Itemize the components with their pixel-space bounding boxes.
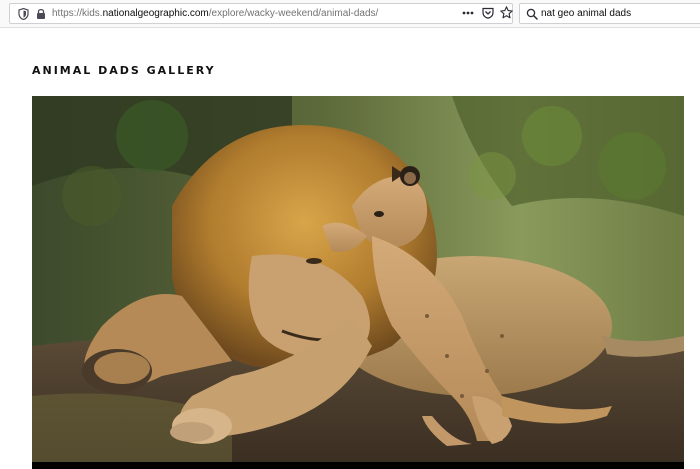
url-host: nationalgeographic.com (102, 8, 209, 19)
lion-photo-illustration (32, 96, 684, 465)
search-icon (526, 8, 538, 20)
search-bar[interactable]: nat geo animal dads (519, 3, 700, 24)
page-title: ANIMAL DADS GALLERY (32, 64, 216, 77)
browser-toolbar: https://kids.nationalgeographic.com/expl… (0, 0, 700, 28)
gallery-photo-lion-and-cub[interactable] (32, 96, 684, 465)
url-text[interactable]: https://kids.nationalgeographic.com/expl… (52, 7, 378, 21)
lock-icon[interactable] (36, 8, 46, 20)
tracking-protection-icon[interactable] (18, 8, 29, 20)
search-input[interactable]: nat geo animal dads (541, 7, 631, 21)
url-path: /explore/wacky-weekend/animal-dads/ (208, 8, 379, 19)
page-actions-icon[interactable] (462, 6, 474, 20)
bookmark-star-icon[interactable] (500, 6, 513, 19)
url-bar[interactable]: https://kids.nationalgeographic.com/expl… (9, 3, 513, 24)
pocket-icon[interactable] (482, 7, 494, 19)
url-prefix: https://kids. (52, 8, 103, 19)
photo-caption-bar (32, 462, 684, 469)
